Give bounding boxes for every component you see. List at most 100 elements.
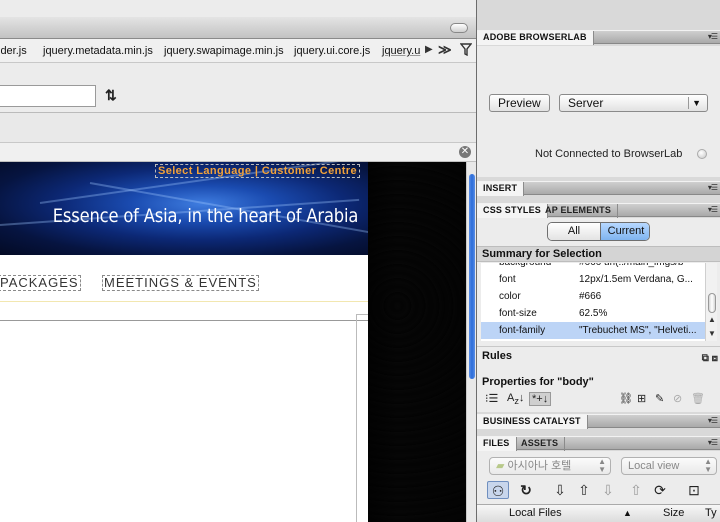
related-file-tab[interactable]: jquery.swapimage.min.js bbox=[164, 45, 284, 57]
check-out-icon[interactable]: ⇩ bbox=[597, 481, 619, 499]
property-list-scrollbar[interactable]: ▲ ▼ bbox=[705, 263, 717, 341]
tab-css-styles[interactable]: CSS STYLES bbox=[477, 204, 549, 218]
property-name: color bbox=[499, 291, 521, 302]
chevron-updown-icon: ▲ ▼ bbox=[598, 457, 606, 474]
site-select[interactable]: ▰ 아시아나 호텔 ▲ ▼ bbox=[489, 457, 611, 475]
panel-menu-icon[interactable]: ▾☰ bbox=[708, 183, 718, 192]
column-type[interactable]: Ty bbox=[705, 505, 717, 522]
css-toolbar: ⁝☰ Az↓ *+↓ ⛓ ⊞ ✎ ⊘ 🗑 bbox=[477, 390, 720, 410]
address-input[interactable] bbox=[0, 85, 96, 107]
document-titlebar bbox=[0, 17, 476, 39]
property-name: background bbox=[499, 263, 551, 271]
filter-icon[interactable] bbox=[459, 43, 473, 59]
synchronize-icon[interactable]: ⟳ bbox=[649, 481, 671, 499]
nav-link-meetings[interactable]: MEETINGS & EVENTS bbox=[102, 275, 259, 291]
view-select[interactable]: Local view ▲ ▼ bbox=[621, 457, 717, 475]
toolbar-toggle-button[interactable] bbox=[450, 23, 468, 33]
properties-for-label: Properties for "body" bbox=[482, 376, 594, 388]
server-select[interactable]: Server ▼ bbox=[559, 94, 708, 112]
trash-icon[interactable]: 🗑 bbox=[691, 392, 705, 405]
scroll-down-icon[interactable]: ▼ bbox=[708, 329, 716, 338]
scroll-right-icon[interactable]: ▶ bbox=[425, 44, 433, 55]
panel-menu-icon[interactable]: ▾☰ bbox=[708, 205, 718, 214]
content-box bbox=[356, 314, 368, 522]
tab-browserlab[interactable]: ADOBE BROWSERLAB bbox=[477, 31, 594, 45]
design-view-scrollbar[interactable] bbox=[466, 162, 476, 522]
info-bar bbox=[0, 113, 476, 143]
put-files-icon[interactable]: ⇧ bbox=[573, 481, 595, 499]
files-toolbar: ⚇ ↻ ⇩ ⇧ ⇩ ⇧ ⟳ ⊡ bbox=[477, 479, 720, 501]
panel-menu-icon[interactable]: ▾☰ bbox=[708, 438, 718, 447]
property-row[interactable]: color #666 bbox=[481, 288, 705, 305]
site-name: 아시아나 호텔 bbox=[507, 460, 572, 472]
mode-current-button[interactable]: Current bbox=[600, 223, 649, 240]
rules-section: Rules ⧉ ⧈ bbox=[477, 346, 720, 364]
panel-menu-icon[interactable]: ▾☰ bbox=[708, 416, 718, 425]
new-rule-icon[interactable]: ⊞ bbox=[637, 392, 646, 405]
mode-switch: All Current bbox=[547, 222, 650, 241]
close-icon[interactable]: ✕ bbox=[459, 146, 471, 158]
preview-button[interactable]: Preview bbox=[489, 94, 550, 112]
banner-links[interactable]: Select Language | Customer Centre bbox=[154, 164, 360, 178]
rules-view-icons[interactable]: ⧉ ⧈ bbox=[702, 350, 718, 368]
property-value: 62.5% bbox=[579, 308, 608, 319]
related-file-tab[interactable]: ider.js bbox=[0, 45, 27, 57]
check-in-icon[interactable]: ⇧ bbox=[625, 481, 647, 499]
divider bbox=[0, 320, 368, 321]
tab-business-catalyst[interactable]: BUSINESS CATALYST bbox=[477, 415, 588, 429]
chevron-updown-icon: ▲ ▼ bbox=[704, 457, 712, 474]
tab-files[interactable]: FILES bbox=[477, 437, 517, 451]
property-value: 12px/1.5em Verdana, G... bbox=[579, 274, 693, 285]
panel-dock: ADOBE BROWSERLAB ▾☰ Preview Server ▼ Not… bbox=[476, 0, 720, 522]
property-name: font-size bbox=[499, 308, 537, 319]
property-row[interactable]: font-size 62.5% bbox=[481, 305, 705, 322]
related-files-bar: ider.js jquery.metadata.min.js jquery.sw… bbox=[0, 39, 476, 63]
files-panel: ▰ 아시아나 호텔 ▲ ▼ Local view ▲ ▼ ⚇ ↻ ⇩ ⇧ ⇩ ⇧ ⟳… bbox=[477, 451, 720, 522]
browserlab-status: Not Connected to BrowserLab bbox=[535, 148, 683, 160]
server-select-label: Server bbox=[568, 96, 604, 110]
category-view-icon[interactable]: ⁝☰ bbox=[485, 392, 498, 405]
refresh-icon[interactable]: ↻ bbox=[515, 481, 537, 499]
panel-menu-icon[interactable]: ▾☰ bbox=[708, 32, 718, 41]
app-top-strip bbox=[0, 0, 476, 17]
related-file-tab[interactable]: jquery.metadata.min.js bbox=[43, 45, 153, 57]
sync-icon[interactable]: ⇅ bbox=[105, 87, 117, 104]
files-column-header: Local Files ▲ Size Ty bbox=[477, 504, 720, 522]
related-file-tab[interactable]: jquery.u bbox=[382, 45, 420, 57]
tab-insert[interactable]: INSERT bbox=[477, 182, 525, 196]
nav-link-packages[interactable]: PACKAGES bbox=[0, 275, 81, 291]
connect-icon[interactable]: ⚇ bbox=[487, 481, 509, 499]
site-nav: PACKAGES MEETINGS & EVENTS bbox=[0, 255, 368, 301]
tab-assets[interactable]: ASSETS bbox=[515, 437, 566, 451]
tab-ap-elements[interactable]: AP ELEMENTS bbox=[539, 204, 619, 218]
expand-icon[interactable]: ⊡ bbox=[683, 481, 705, 499]
alpha-view-icon[interactable]: Az↓ bbox=[507, 392, 524, 406]
mode-all-button[interactable]: All bbox=[548, 223, 600, 240]
scroll-up-icon[interactable]: ▲ bbox=[708, 315, 716, 324]
edit-rule-icon[interactable]: ✎ bbox=[655, 392, 664, 405]
chevron-down-icon: ▼ bbox=[692, 98, 701, 108]
browserlab-panel: Preview Server ▼ Not Connected to Browse… bbox=[477, 46, 720, 177]
document-bar: ✕ bbox=[0, 143, 476, 162]
status-indicator-icon bbox=[697, 149, 707, 159]
view-name: Local view bbox=[628, 460, 680, 472]
column-local-files[interactable]: Local Files bbox=[509, 505, 562, 522]
get-files-icon[interactable]: ⇩ bbox=[549, 481, 571, 499]
css-panel-header: CSS STYLES AP ELEMENTS ▾☰ bbox=[477, 203, 720, 218]
column-size[interactable]: Size bbox=[663, 505, 684, 522]
business-catalyst-panel-header: BUSINESS CATALYST ▾☰ bbox=[477, 414, 720, 429]
property-row[interactable]: font 12px/1.5em Verdana, G... bbox=[481, 271, 705, 288]
property-row[interactable]: background #666 url(../main_imgs/b bbox=[481, 263, 705, 271]
scrollbar-thumb[interactable] bbox=[708, 293, 716, 313]
set-properties-icon[interactable]: *+↓ bbox=[529, 392, 552, 406]
page-background-pattern bbox=[368, 162, 466, 522]
disable-icon[interactable]: ⊘ bbox=[673, 392, 682, 405]
attach-stylesheet-icon[interactable]: ⛓ bbox=[619, 392, 633, 405]
property-value: #666 bbox=[579, 291, 602, 302]
related-file-tab[interactable]: jquery.ui.core.js bbox=[294, 45, 370, 57]
scrollbar-thumb[interactable] bbox=[469, 174, 475, 379]
more-files-icon[interactable]: ≫ bbox=[438, 42, 452, 58]
design-view[interactable]: Select Language | Customer Centre Essenc… bbox=[0, 162, 476, 522]
banner-tagline: Essence of Asia, in the heart of Arabia bbox=[52, 205, 359, 227]
property-row-selected[interactable]: font-family "Trebuchet MS", "Helveti... bbox=[481, 322, 705, 339]
